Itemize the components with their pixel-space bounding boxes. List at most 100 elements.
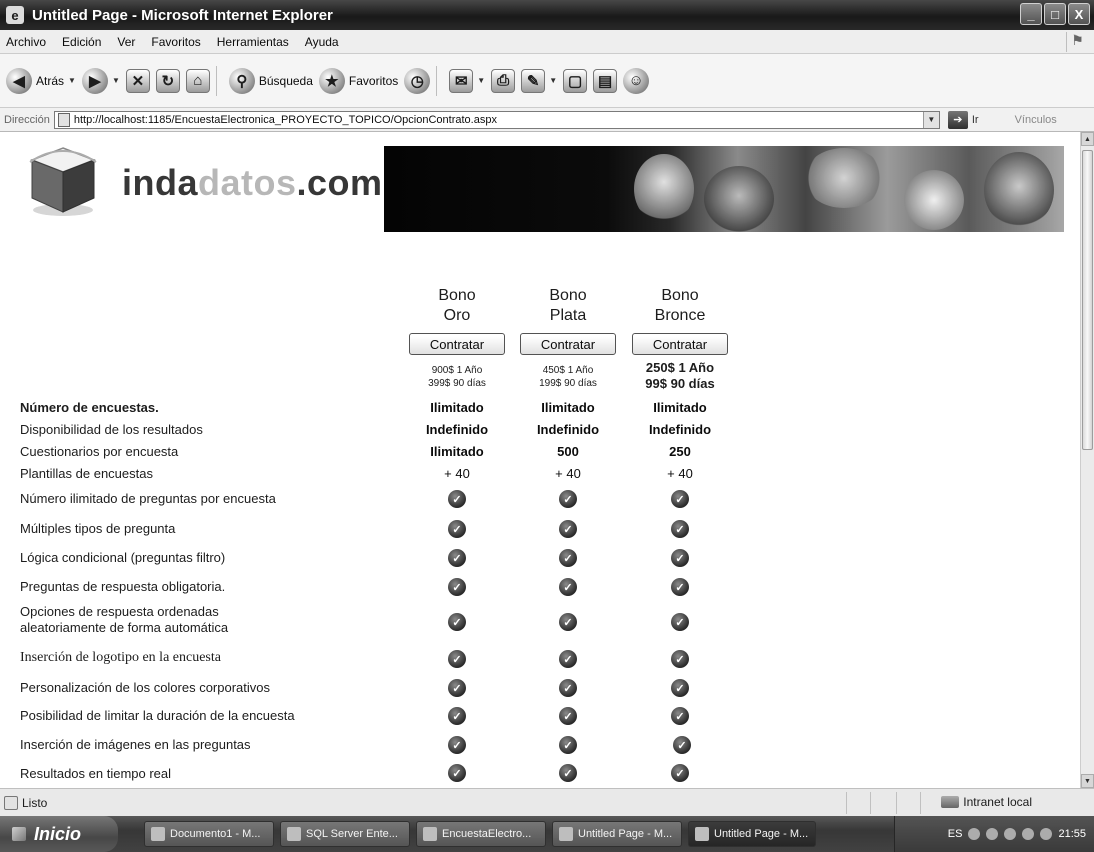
feature-label: Opciones de respuesta ordenadas aleatori…	[20, 604, 228, 636]
research-button[interactable]: ▤	[593, 61, 618, 101]
check-icon: ✓	[448, 707, 466, 725]
chevron-down-icon[interactable]: ▼	[112, 76, 120, 85]
plan-plata-price-days: 199$ 90 días	[539, 378, 597, 389]
contratar-bronce-button[interactable]: Contratar	[632, 333, 728, 355]
scroll-up-icon[interactable]: ▲	[1081, 132, 1094, 146]
chevron-down-icon[interactable]: ▼	[922, 111, 939, 128]
cube-logo-icon	[29, 147, 97, 216]
minimize-button[interactable]: _	[1020, 3, 1042, 25]
refresh-icon: ↻	[155, 68, 180, 93]
plan-plata-price-year: 450$ 1 Año	[542, 365, 594, 376]
address-input[interactable]: http://localhost:1185/EncuestaElectronic…	[53, 110, 940, 129]
page-icon	[57, 112, 70, 127]
status-bar: Listo Intranet local	[0, 788, 1094, 816]
forward-button[interactable]: ▶ ▼	[81, 61, 120, 101]
menu-edicion[interactable]: Edición	[54, 35, 109, 49]
scroll-down-icon[interactable]: ▼	[1081, 774, 1094, 788]
feature-label: Personalización de los colores corporati…	[20, 680, 271, 695]
check-icon: ✓	[559, 736, 577, 754]
check-icon: ✓	[673, 736, 691, 754]
address-bar: Dirección http://localhost:1185/Encuesta…	[0, 108, 1094, 132]
address-url[interactable]: http://localhost:1185/EncuestaElectronic…	[74, 114, 497, 126]
messenger-button[interactable]: ☺	[623, 61, 650, 101]
status-divider	[846, 792, 847, 814]
taskbar-item-ie-2[interactable]: Untitled Page - M...	[688, 821, 816, 847]
feature-label: Plantillas de encuestas	[20, 466, 153, 481]
messenger-icon[interactable]	[1022, 828, 1035, 840]
menu-archivo[interactable]: Archivo	[0, 35, 54, 49]
close-button[interactable]: X	[1068, 3, 1090, 25]
mail-button[interactable]: ✉ ▼	[449, 61, 485, 101]
taskbar-item-encuesta[interactable]: EncuestaElectro...	[416, 821, 546, 847]
toolbar-separator	[436, 65, 438, 96]
logo-text-part1: inda	[122, 162, 199, 203]
check-icon: ✓	[448, 549, 466, 567]
contratar-oro-button[interactable]: Contratar	[409, 333, 505, 355]
vertical-scrollbar[interactable]: ▲ ▼	[1080, 132, 1094, 788]
taskbar-item-word[interactable]: Documento1 - M...	[144, 821, 274, 847]
taskbar-item-ie-1[interactable]: Untitled Page - M...	[552, 821, 682, 847]
chevron-down-icon[interactable]: ▼	[68, 76, 76, 85]
feature-label: Inserción de logotipo en la encuesta	[20, 650, 221, 665]
maximize-button[interactable]: □	[1044, 3, 1066, 25]
back-button[interactable]: ◀ Atrás ▼	[6, 61, 76, 101]
network-icon[interactable]	[968, 828, 981, 840]
search-icon: ⚲	[228, 67, 255, 94]
links-button[interactable]: Vínculos	[1015, 114, 1057, 126]
home-button[interactable]: ⌂	[185, 61, 210, 101]
intranet-icon	[941, 796, 960, 808]
plan-bronce-title: Bono Bronce	[630, 286, 730, 326]
check-icon: ✓	[671, 764, 689, 782]
menu-ayuda[interactable]: Ayuda	[297, 35, 347, 49]
contratar-plata-button[interactable]: Contratar	[520, 333, 616, 355]
page-content: indadatos.com Bono Oro Bono Plata Bono B…	[0, 132, 1080, 788]
feature-value: Ilimitado	[430, 444, 484, 459]
stop-button[interactable]: ✕	[125, 61, 150, 101]
check-icon: ✓	[559, 679, 577, 697]
edit-button[interactable]: ✎ ▼	[521, 61, 557, 101]
taskbar-item-sql[interactable]: SQL Server Ente...	[280, 821, 410, 847]
update-icon[interactable]	[1040, 828, 1053, 840]
site-logo: indadatos.com	[122, 162, 383, 204]
feature-value: Indefinido	[425, 422, 489, 437]
status-divider	[920, 792, 921, 814]
discuss-button[interactable]: ▢	[563, 61, 588, 101]
window-controls: _ □ X	[1020, 3, 1090, 25]
feature-label-line2: aleatoriamente de forma automática	[20, 620, 229, 635]
search-button[interactable]: ⚲ Búsqueda	[228, 61, 313, 101]
check-icon: ✓	[559, 650, 577, 668]
menu-favoritos[interactable]: Favoritos	[143, 35, 208, 49]
print-button[interactable]: ⎙	[491, 61, 516, 101]
feature-value: Ilimitado	[653, 400, 707, 415]
plan-plata-title: Bono Plata	[518, 286, 618, 326]
taskbar: Inicio Documento1 - M... SQL Server Ente…	[0, 816, 1094, 852]
plan-oro-price-days: 399$ 90 días	[428, 378, 486, 389]
chevron-down-icon[interactable]: ▼	[477, 76, 485, 85]
go-button[interactable]: ➔ Ir	[947, 110, 979, 129]
windows-logo-icon: ⚑	[1066, 32, 1088, 52]
ie-icon	[559, 827, 573, 841]
plan-bronce-name-line1: Bono	[661, 287, 699, 304]
favorites-button[interactable]: ★ Favoritos	[318, 61, 398, 101]
start-button[interactable]: Inicio	[0, 816, 118, 852]
check-icon: ✓	[448, 520, 466, 538]
menu-ver[interactable]: Ver	[109, 35, 143, 49]
feature-value: Indefinido	[536, 422, 600, 437]
shield-icon[interactable]	[986, 828, 999, 840]
feature-label: Inserción de imágenes en las preguntas	[20, 737, 251, 752]
feature-label: Número de encuestas.	[20, 400, 159, 415]
feature-value: Ilimitado	[541, 400, 595, 415]
check-icon: ✓	[448, 490, 466, 508]
scrollbar-thumb[interactable]	[1082, 150, 1093, 450]
language-indicator[interactable]: ES	[948, 828, 963, 840]
go-label: Ir	[971, 113, 979, 126]
volume-icon[interactable]	[1004, 828, 1017, 840]
history-button[interactable]: ◷	[404, 61, 431, 101]
refresh-button[interactable]: ↻	[155, 61, 180, 101]
menu-herramientas[interactable]: Herramientas	[209, 35, 297, 49]
ie-icon: e	[6, 6, 24, 24]
window-title: Untitled Page - Microsoft Internet Explo…	[32, 6, 333, 24]
header-banner-image	[384, 146, 1064, 232]
chevron-down-icon[interactable]: ▼	[549, 76, 557, 85]
feature-label: Número ilimitado de preguntas por encues…	[20, 491, 276, 506]
